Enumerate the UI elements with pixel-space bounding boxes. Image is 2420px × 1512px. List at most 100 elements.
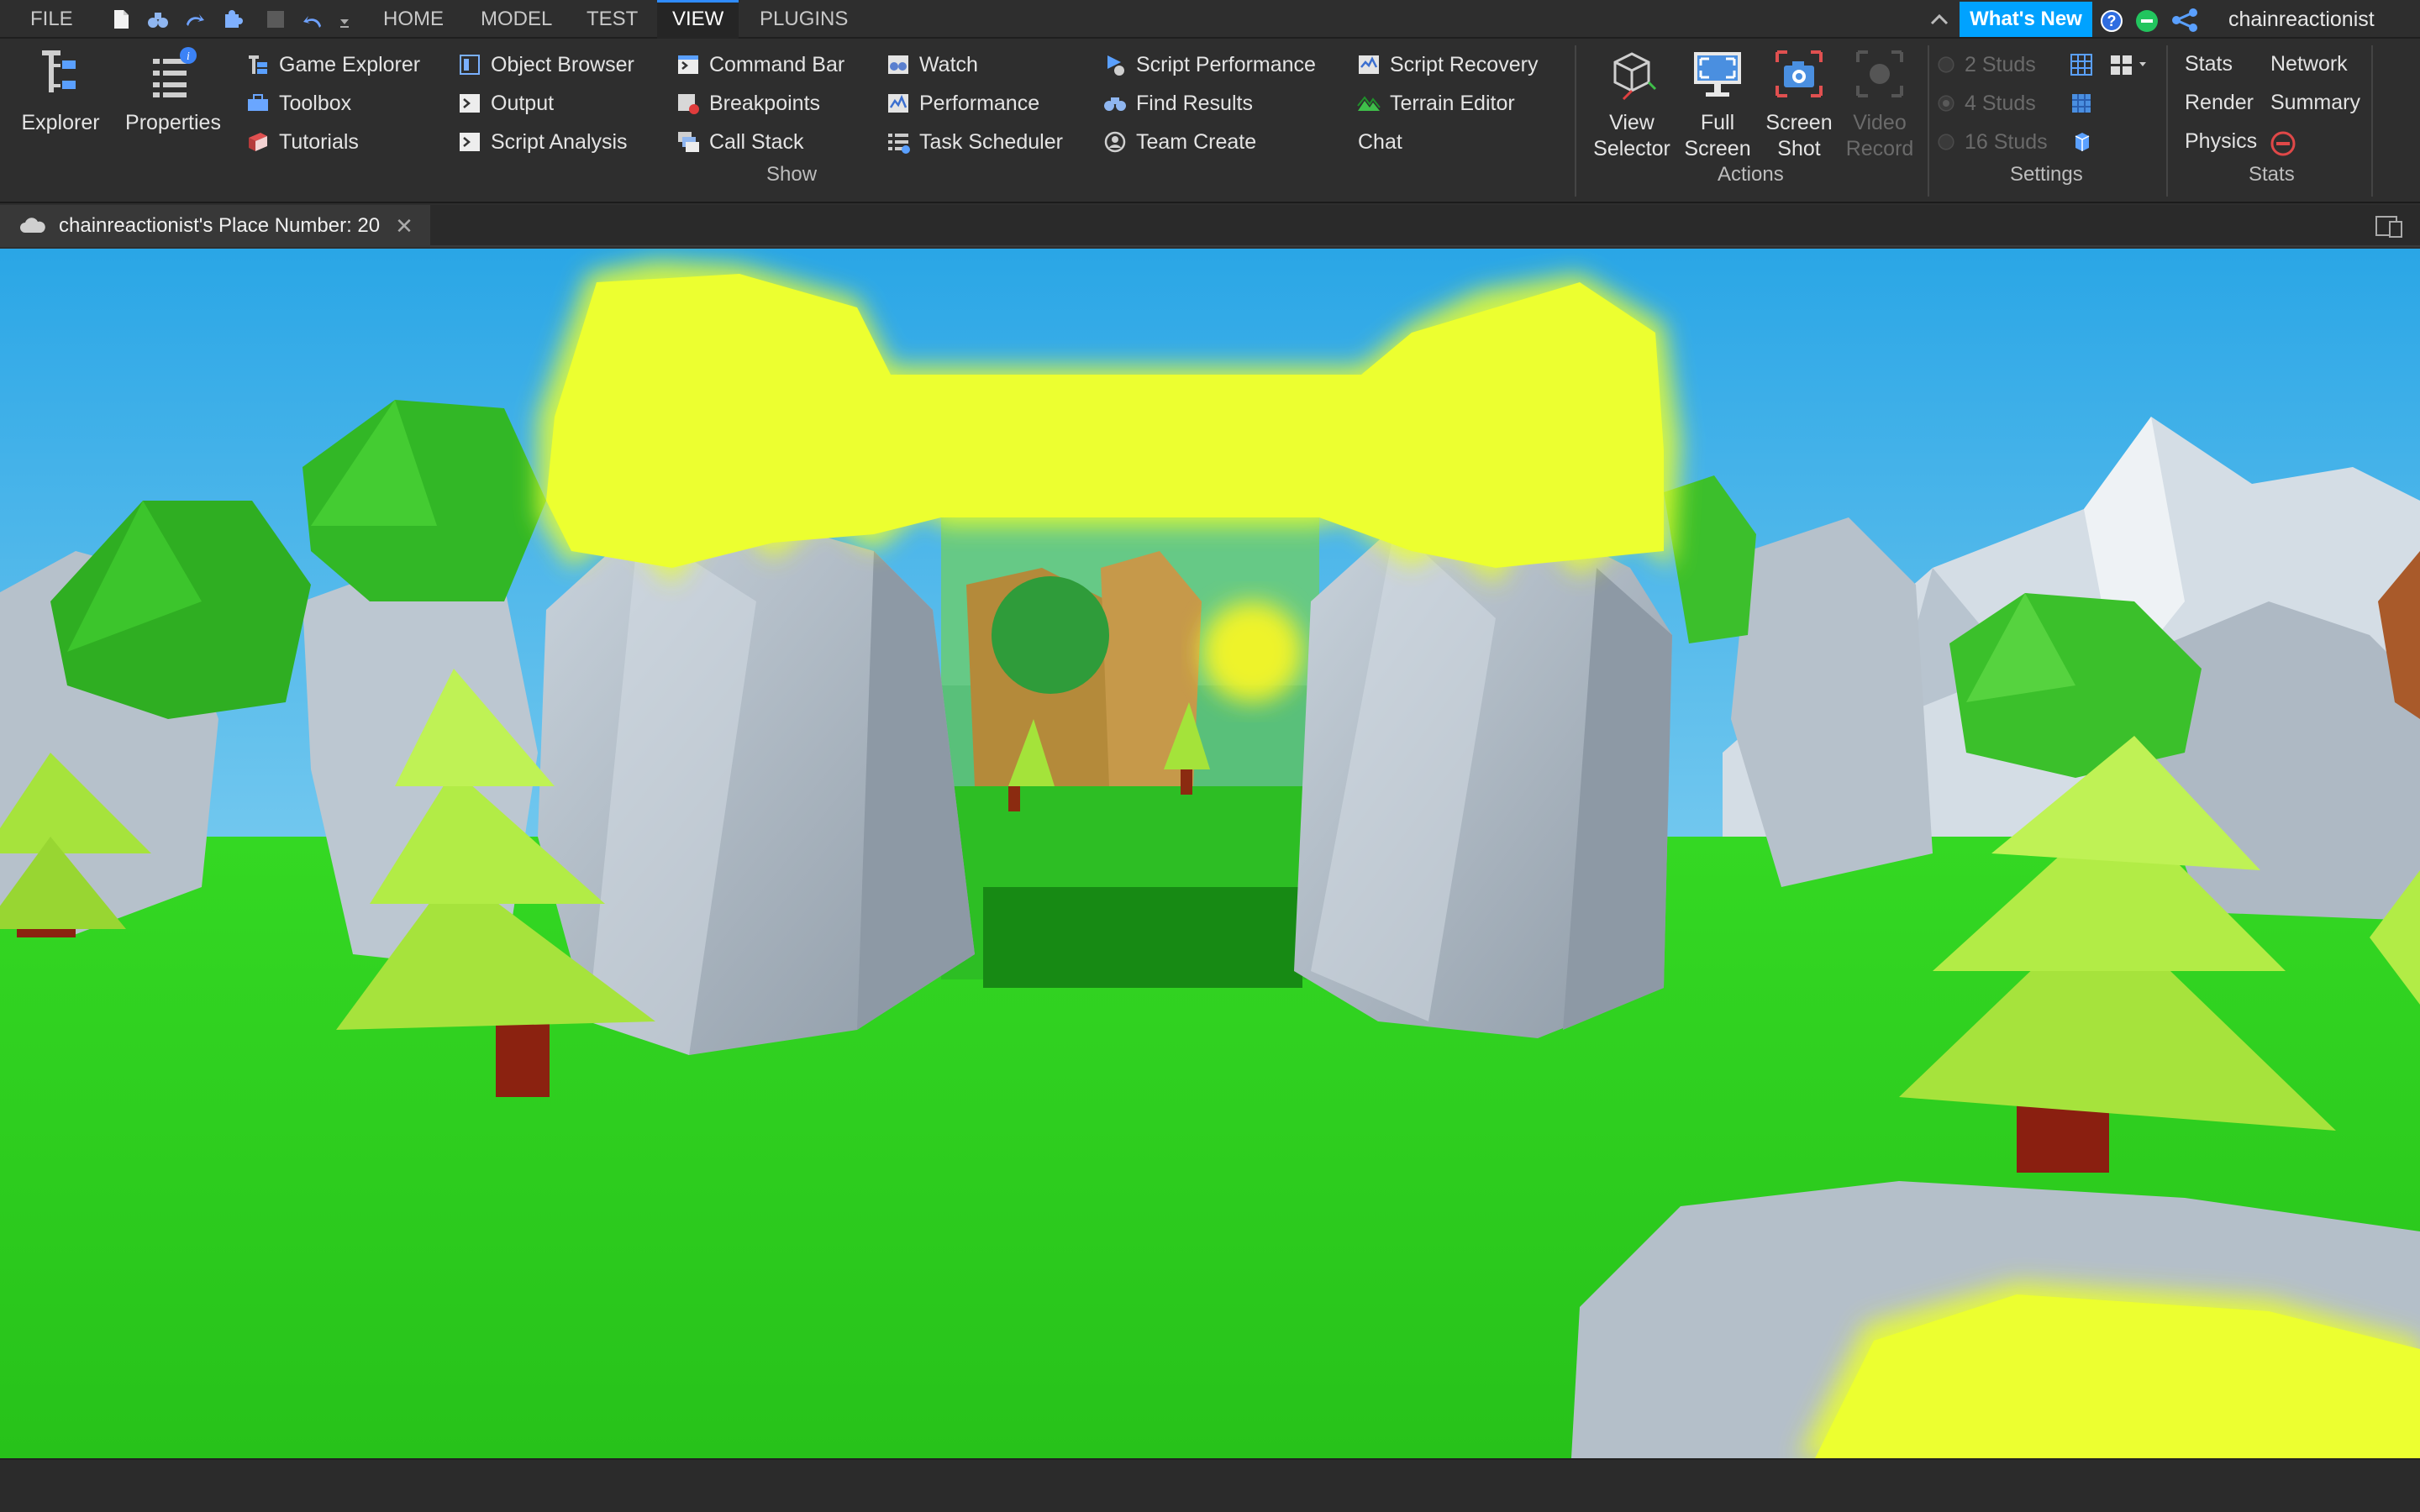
stud-2-radio[interactable]: 2 Studs <box>1936 49 2036 81</box>
full-screen-label-1: Full <box>1700 111 1735 134</box>
whats-new-button[interactable]: What's New <box>1960 2 2092 37</box>
network-toggle[interactable]: Network <box>2270 52 2348 76</box>
properties-button[interactable]: i Properties <box>121 47 225 136</box>
svg-text:i: i <box>187 50 190 63</box>
document-tab[interactable]: chainreactionist's Place Number: 20 ✕ <box>0 205 430 247</box>
game-explorer-label: Game Explorer <box>279 52 421 76</box>
collapse-ribbon-icon[interactable] <box>1929 12 1949 27</box>
command-bar-item[interactable]: Command Bar <box>676 49 844 81</box>
find-results-item[interactable]: Find Results <box>1102 87 1253 119</box>
watch-label: Watch <box>919 52 978 76</box>
script-analysis-item[interactable]: Script Analysis <box>457 126 628 158</box>
username-label[interactable]: chainreactionist <box>2228 0 2375 39</box>
new-file-icon[interactable] <box>109 8 133 31</box>
physics-toggle[interactable]: Physics <box>2185 129 2257 154</box>
find-results-label: Find Results <box>1136 91 1253 115</box>
tab-plugins[interactable]: PLUGINS <box>750 0 858 39</box>
screenshot-camera-icon <box>1776 50 1823 97</box>
team-create-item[interactable]: Team Create <box>1102 126 1256 158</box>
ribbon-divider <box>1575 45 1576 197</box>
layout-dropdown-icon[interactable] <box>2109 52 2149 77</box>
script-recovery-item[interactable]: Script Recovery <box>1356 49 1538 81</box>
ribbon-divider <box>1928 45 1929 197</box>
video-record-label-2: Record <box>1845 137 1914 160</box>
view-selector-button[interactable]: View Selector <box>1590 47 1674 162</box>
full-screen-button[interactable]: Full Screen <box>1682 47 1753 162</box>
tab-home[interactable]: HOME <box>373 0 454 39</box>
undo-icon[interactable] <box>301 8 324 31</box>
radio-icon <box>1938 134 1954 150</box>
view-selector-label-2: Selector <box>1593 137 1670 160</box>
binoculars-icon[interactable] <box>146 8 170 31</box>
output-label: Output <box>491 91 555 115</box>
task-scheduler-label: Task Scheduler <box>919 129 1063 154</box>
task-scheduler-icon <box>888 134 910 154</box>
stud-16-label: 16 Studs <box>1965 129 2048 154</box>
terrain-editor-item[interactable]: Terrain Editor <box>1356 87 1515 119</box>
team-create-icon <box>1104 131 1126 153</box>
redo-arrow-icon[interactable] <box>183 8 207 31</box>
full-screen-label-2: Screen <box>1684 137 1751 160</box>
summary-toggle[interactable]: Summary <box>2270 91 2360 115</box>
call-stack-label: Call Stack <box>709 129 804 154</box>
ribbon-toolbar: Explorer i Properties Game Explorer Tool… <box>0 39 2420 203</box>
grid-snap-icon[interactable] <box>2069 91 2094 116</box>
game-explorer-icon <box>249 55 267 74</box>
view-selector-label-1: View <box>1609 111 1655 134</box>
watch-item[interactable]: Watch <box>886 49 978 81</box>
screen-shot-label-1: Screen <box>1765 111 1833 134</box>
game-explorer-item[interactable]: Game Explorer <box>245 49 420 81</box>
call-stack-item[interactable]: Call Stack <box>676 126 804 158</box>
render-toggle[interactable]: Render <box>2185 91 2254 115</box>
tab-view[interactable]: VIEW <box>657 0 739 39</box>
breakpoints-icon <box>678 94 699 114</box>
tab-model[interactable]: MODEL <box>471 0 562 39</box>
video-record-icon <box>1856 50 1903 97</box>
tutorials-book-icon <box>249 133 267 151</box>
toolbox-item[interactable]: Toolbox <box>245 87 351 119</box>
tutorials-label: Tutorials <box>279 129 359 154</box>
rock <box>2151 601 2420 921</box>
output-item[interactable]: Output <box>457 87 554 119</box>
help-icon[interactable]: ? <box>2101 10 2123 32</box>
performance-graph-icon <box>888 94 908 113</box>
find-results-binoculars-icon <box>1104 97 1126 111</box>
video-record-button[interactable]: Video Record <box>1842 47 1918 162</box>
script-performance-item[interactable]: Script Performance <box>1102 49 1316 81</box>
close-tab-icon[interactable]: ✕ <box>395 213 413 239</box>
object-browser-item[interactable]: Object Browser <box>457 49 634 81</box>
video-record-label-1: Video <box>1853 111 1907 134</box>
performance-item[interactable]: Performance <box>886 87 1039 119</box>
file-menu[interactable]: FILE <box>20 0 83 39</box>
device-emulator-icon[interactable] <box>2375 213 2403 239</box>
clear-stats-icon[interactable] <box>2269 129 2297 158</box>
scene-render <box>0 249 2420 1458</box>
game-viewport[interactable] <box>0 249 2420 1458</box>
cloud-icon <box>20 218 45 233</box>
stats-group-label: Stats <box>2249 163 2295 186</box>
command-status-bar[interactable] <box>0 1458 2420 1512</box>
stats-toggle[interactable]: Stats <box>2185 52 2233 76</box>
ribbon-divider <box>2371 45 2373 197</box>
breakpoints-item[interactable]: Breakpoints <box>676 87 820 119</box>
rock-pillar-right <box>1294 517 1672 1038</box>
status-ok-icon[interactable] <box>2136 10 2158 32</box>
tutorials-item[interactable]: Tutorials <box>245 126 359 158</box>
screen-shot-button[interactable]: Screen Shot <box>1761 47 1837 162</box>
grid-icon[interactable] <box>2069 52 2094 77</box>
plugin-puzzle-icon[interactable] <box>222 8 245 31</box>
explorer-button[interactable]: Explorer <box>17 47 104 136</box>
actions-group-label: Actions <box>1718 163 1784 186</box>
undo-dropdown-icon[interactable] <box>338 8 351 31</box>
task-scheduler-item[interactable]: Task Scheduler <box>886 126 1063 158</box>
chat-item[interactable]: Chat <box>1358 126 1402 158</box>
stud-4-radio[interactable]: 4 Studs <box>1936 87 2036 119</box>
tab-test[interactable]: TEST <box>576 0 648 39</box>
part-cube-icon[interactable] <box>2069 129 2094 155</box>
stop-icon[interactable] <box>264 8 287 31</box>
team-create-label: Team Create <box>1136 129 1257 154</box>
share-icon[interactable] <box>2171 8 2198 32</box>
script-recovery-label: Script Recovery <box>1390 52 1539 76</box>
breakpoints-label: Breakpoints <box>709 91 821 115</box>
stud-16-radio[interactable]: 16 Studs <box>1936 126 2048 158</box>
